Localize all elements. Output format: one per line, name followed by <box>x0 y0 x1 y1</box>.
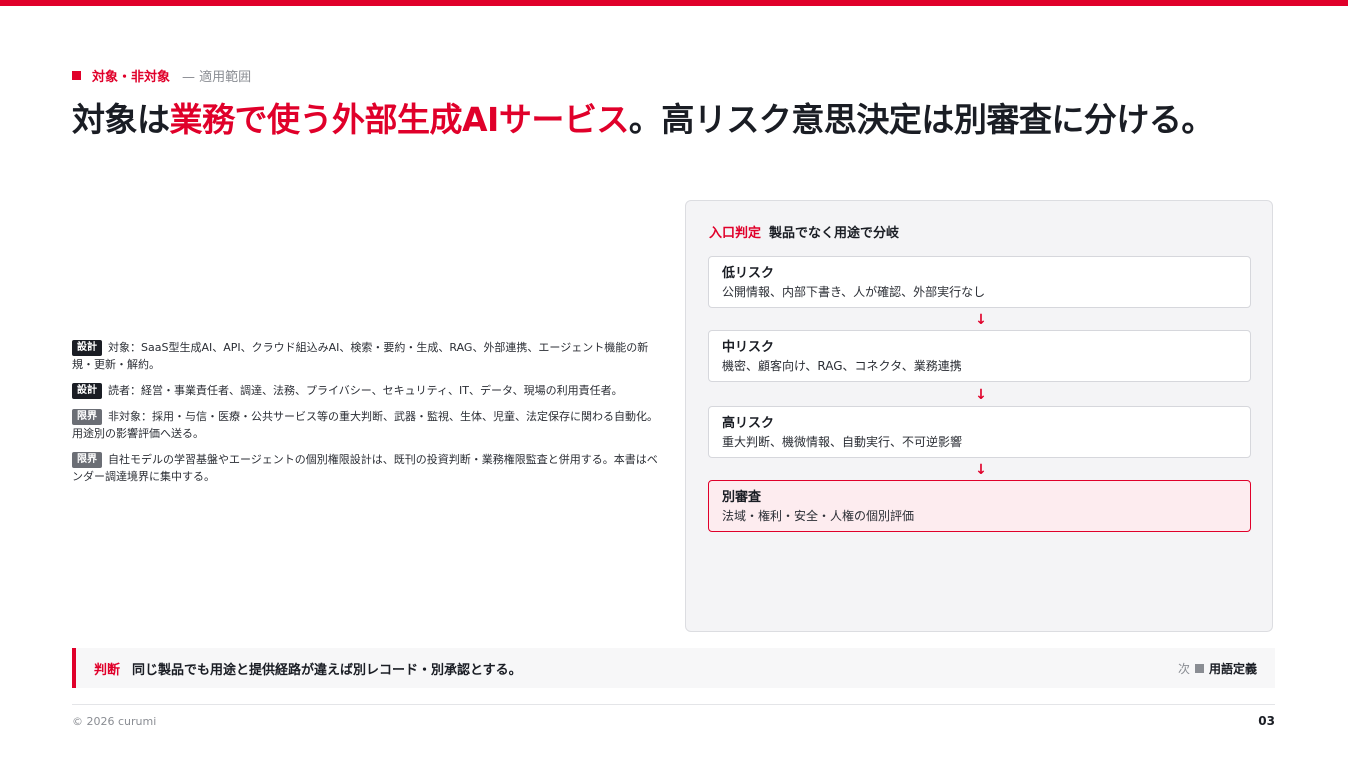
note-item: 限界 非対象：採用・与信・医療・公共サービス等の重大判断、武器・監視、生体、児童、… <box>72 408 668 442</box>
next-section-link[interactable]: 次 用語定義 <box>1178 660 1257 677</box>
footer-divider <box>72 704 1275 705</box>
stage-title: 高リスク <box>722 416 775 431</box>
title-pre: 対象は <box>72 100 170 139</box>
stage-low-risk: 低リスク 公開情報、内部下書き、人が確認、外部実行なし <box>708 256 1251 308</box>
note-text: 読者：経営・事業責任者、調達、法務、プライバシー、セキュリティ、IT、データ、現… <box>108 384 623 397</box>
note-text: 対象：SaaS型生成AI、API、クラウド組込みAI、検索・要約・生成、RAG、… <box>72 341 649 371</box>
stage-desc: 公開情報、内部下書き、人が確認、外部実行なし <box>722 285 986 299</box>
down-arrow-icon: ↓ <box>975 387 987 403</box>
down-arrow-icon: ↓ <box>975 462 987 478</box>
panel-header: 入口判定 製品でなく用途で分岐 <box>709 222 899 241</box>
next-title: 用語定義 <box>1208 662 1257 676</box>
square-marker-icon <box>1194 664 1204 673</box>
down-arrow-icon: ↓ <box>975 312 987 328</box>
section-eyebrow: 対象・非対象 — 適用範囲 <box>72 66 251 85</box>
stage-separate-review: 別審査 法域・権利・安全・人権の個別評価 <box>708 480 1251 532</box>
note-text: 非対象：採用・与信・医療・公共サービス等の重大判断、武器・監視、生体、児童、法定… <box>72 410 658 440</box>
top-accent-bar <box>0 0 1348 6</box>
conclusion-bar: 判断 同じ製品でも用途と提供経路が違えば別レコード・別承認とする。 次 用語定義 <box>72 648 1275 688</box>
conclusion-label: 判断 <box>94 663 121 678</box>
stage-desc: 機密、顧客向け、RAG、コネクタ、業務連携 <box>722 359 962 373</box>
section-tag: 対象・非対象 <box>92 70 171 85</box>
title-post: 。高リスク意思決定は別審査に分ける。 <box>628 100 1215 139</box>
section-subtitle: — 適用範囲 <box>182 70 252 85</box>
next-label: 次 <box>1177 662 1190 676</box>
note-item: 設計 対象：SaaS型生成AI、API、クラウド組込みAI、検索・要約・生成、RA… <box>72 339 668 373</box>
stage-title: 別審査 <box>722 490 762 505</box>
stage-desc: 重大判断、機微情報、自動実行、不可逆影響 <box>722 435 963 449</box>
page-number: 03 <box>1258 714 1275 728</box>
square-marker-icon <box>72 71 81 80</box>
note-badge: 限界 <box>72 409 102 425</box>
stage-title: 中リスク <box>722 340 775 355</box>
stage-title: 低リスク <box>722 266 775 281</box>
note-badge: 限界 <box>72 452 102 468</box>
note-item: 設計 読者：経営・事業責任者、調達、法務、プライバシー、セキュリティ、IT、データ… <box>72 382 668 399</box>
notes-list: 設計 対象：SaaS型生成AI、API、クラウド組込みAI、検索・要約・生成、RA… <box>72 339 668 494</box>
panel-title: 製品でなく用途で分岐 <box>769 226 900 241</box>
conclusion-text: 同じ製品でも用途と提供経路が違えば別レコード・別承認とする。 <box>132 663 522 678</box>
conclusion-accent-bar <box>72 648 76 688</box>
note-text: 自社モデルの学習基盤やエージェントの個別権限設計は、既刊の投資判断・業務権限監査… <box>72 453 658 483</box>
page-title: 対象は業務で使う外部生成AIサービス。高リスク意思決定は別審査に分ける。 <box>72 95 1242 145</box>
note-item: 限界 自社モデルの学習基盤やエージェントの個別権限設計は、既刊の投資判断・業務権限… <box>72 451 668 485</box>
entry-judgment-panel: 入口判定 製品でなく用途で分岐 低リスク 公開情報、内部下書き、人が確認、外部実行… <box>685 200 1273 632</box>
note-badge: 設計 <box>72 383 102 399</box>
stage-mid-risk: 中リスク 機密、顧客向け、RAG、コネクタ、業務連携 <box>708 330 1251 382</box>
stage-desc: 法域・権利・安全・人権の個別評価 <box>722 509 915 523</box>
copyright: © 2026 curumi <box>72 715 157 728</box>
note-badge: 設計 <box>72 340 102 356</box>
panel-tag: 入口判定 <box>709 226 762 241</box>
title-accent: 業務で使う外部生成AIサービス <box>169 100 630 139</box>
stage-high-risk: 高リスク 重大判断、機微情報、自動実行、不可逆影響 <box>708 406 1251 458</box>
